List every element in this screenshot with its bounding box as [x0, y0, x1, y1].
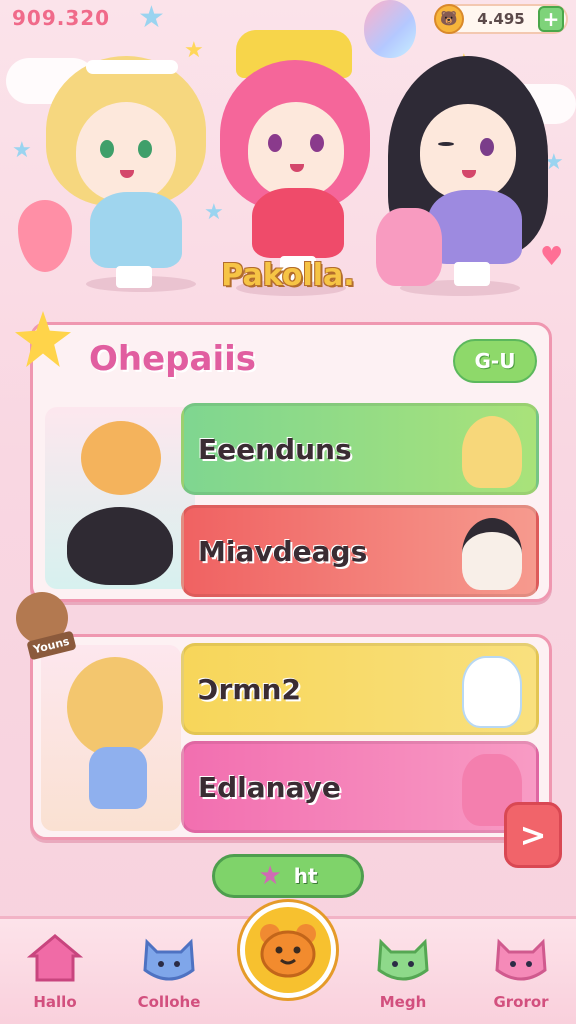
nav-item-groror[interactable]: Groror [476, 929, 566, 1011]
nav-item-home[interactable]: Hallo [10, 929, 100, 1011]
option-label: Ɔrmn2 [198, 672, 301, 706]
blue-cat-icon [140, 929, 198, 987]
twin-tail-girl-portrait [67, 657, 163, 757]
character-select-panel-2: Ɔrmn2 Edlanaye [30, 634, 552, 840]
nav-item-collection[interactable]: Collohe [124, 929, 214, 1011]
coin-icon: 🐻 [434, 4, 464, 34]
score-counter: 909.320 [12, 6, 111, 30]
star-icon: ★ [258, 861, 282, 891]
star-icon: ★ [12, 138, 32, 163]
option-button-1[interactable]: Eeenduns [181, 403, 539, 495]
currency-amount: 4.495 [477, 10, 525, 28]
game-title: Pakolla. [221, 258, 355, 293]
character-pink-hair[interactable] [214, 30, 374, 292]
teddy-bear-sign: Youns [8, 592, 84, 672]
dark-hair-girl-portrait [67, 507, 173, 585]
next-page-button[interactable]: > [504, 802, 562, 868]
orange-bear-icon [260, 924, 316, 978]
option-button-4[interactable]: Edlanaye [181, 741, 539, 833]
option-label: Eeenduns [198, 432, 352, 466]
cat-girl-mini-icon [462, 416, 522, 488]
house-icon [26, 929, 84, 987]
option-button-2[interactable]: Miavdeags [181, 505, 539, 597]
add-currency-button[interactable]: + [538, 6, 564, 32]
option-label: Miavdeags [198, 534, 368, 568]
twin-tail-girl-dress [89, 747, 147, 809]
nav-item-mesh[interactable]: Megh [358, 929, 448, 1011]
pink-cat-icon [492, 929, 550, 987]
pill-label: ht [293, 864, 318, 888]
boy-mini-icon [462, 518, 522, 590]
option-label: Edlanaye [198, 770, 341, 804]
green-cat-icon [374, 929, 432, 987]
go-button[interactable]: G-U [453, 339, 537, 383]
panel-title: Ohepaiis [89, 339, 256, 379]
star-mascot-icon [15, 311, 71, 367]
character-blonde[interactable] [46, 52, 206, 292]
star-icon: ★ [138, 0, 165, 35]
red-bow-girl-portrait [81, 421, 161, 495]
character-select-panel: Ohepaiis G-U Eeenduns Miavdeags [15, 311, 552, 602]
center-play-button[interactable] [240, 902, 336, 998]
bottom-action-pill[interactable]: ★ ht [212, 854, 364, 898]
white-cat-mini-icon [462, 656, 522, 728]
option-button-3[interactable]: Ɔrmn2 [181, 643, 539, 735]
currency-bar: 🐻 4.495 + [434, 4, 568, 34]
